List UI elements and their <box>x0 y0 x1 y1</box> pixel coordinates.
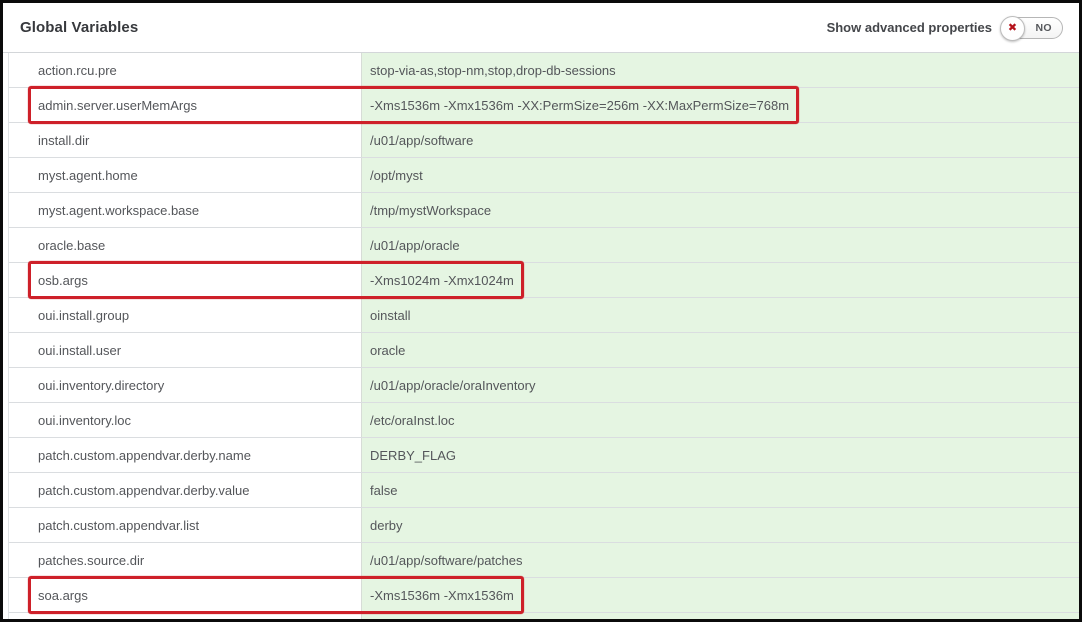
variable-name: osb.args <box>38 273 88 288</box>
table-row: oui.install.user oracle <box>9 333 1079 368</box>
variable-value-cell[interactable]: /tmp/mystWorkspace <box>361 193 1079 227</box>
variable-name: oui.install.group <box>38 308 129 323</box>
variable-value: false <box>370 483 397 498</box>
variable-value-cell[interactable]: /u01/app/software <box>361 123 1079 157</box>
variable-value: /u01/app/software <box>370 133 473 148</box>
variable-value: oracle <box>370 343 405 358</box>
global-variables-panel: Global Variables Show advanced propertie… <box>0 0 1082 622</box>
toggle-state-label: NO <box>1035 22 1052 34</box>
table-row: action.rcu.pre stop-via-as,stop-nm,stop,d… <box>9 53 1079 88</box>
variable-name-cell: myst.agent.workspace.base <box>9 193 361 227</box>
variable-name-cell: patch.custom.appendvar.list <box>9 508 361 542</box>
variable-name: myst.agent.workspace.base <box>38 203 199 218</box>
variable-name: action.rcu.pre <box>38 63 117 78</box>
variable-name-cell: soa.args <box>9 578 361 612</box>
variable-name-cell: patch.custom.appendvar.derby.value <box>9 473 361 507</box>
variable-value: /u01/app/software/patches <box>370 553 523 568</box>
variable-value: /u01/app/oracle <box>370 238 460 253</box>
variable-value-cell[interactable]: oracle <box>361 333 1079 367</box>
variable-value: stop-via-as,stop-nm,stop,drop-db-session… <box>370 63 616 78</box>
variable-name-cell: patch.custom.appendvar.derby.name <box>9 438 361 472</box>
page-title: Global Variables <box>20 19 138 36</box>
table-row: myst.agent.home/opt/myst <box>9 158 1079 193</box>
table-row: oui.inventory.directory/u01/app/oracle/o… <box>9 368 1079 403</box>
table-row: myst.agent.workspace.base/tmp/mystWorksp… <box>9 193 1079 228</box>
variable-value-cell[interactable]: /u01/app/oracle <box>361 228 1079 262</box>
toggle-knob[interactable]: ✖ <box>1000 16 1025 41</box>
variable-name-cell: install.dir <box>9 123 361 157</box>
variable-value-cell[interactable]: -Xms1024m -Xmx1024m <box>361 263 1079 297</box>
variable-value-cell[interactable]: /etc/oraInst.loc <box>361 403 1079 437</box>
variable-value: /u01/app/oracle/oraInventory <box>370 378 536 393</box>
variable-name: oui.inventory.directory <box>38 378 164 393</box>
table-row: patch.custom.appendvar.derby.name DERBY_F… <box>9 438 1079 473</box>
variable-name-cell: oracle.base <box>9 228 361 262</box>
variable-value-cell[interactable]: /opt/myst <box>361 158 1079 192</box>
variable-name-cell: osb.args <box>9 263 361 297</box>
variable-value-cell[interactable]: /u01/app/software/patches <box>361 543 1079 577</box>
variables-table: action.rcu.pre stop-via-as,stop-nm,stop,d… <box>8 53 1079 619</box>
table-row: patches.source.dir/u01/app/software/patc… <box>9 543 1079 578</box>
advanced-properties-toggle-label: Show advanced properties <box>827 20 992 35</box>
variable-name: oracle.base <box>38 238 105 253</box>
variable-value: oinstall <box>370 308 410 323</box>
variable-value: /opt/myst <box>370 168 423 183</box>
variable-name: admin.server.userMemArgs <box>38 98 197 113</box>
variable-value-cell[interactable]: derby <box>361 508 1079 542</box>
variable-value: /etc/oraInst.loc <box>370 413 455 428</box>
variable-name: patches.source.dir <box>38 553 144 568</box>
table-row: oui.inventory.loc/etc/oraInst.loc <box>9 403 1079 438</box>
table-row: patch.custom.appendvar.derby.value false <box>9 473 1079 508</box>
table-row: oui.install.group oinstall <box>9 298 1079 333</box>
variable-name: oui.inventory.loc <box>38 413 131 428</box>
table-row: osb.args -Xms1024m -Xmx1024m <box>9 263 1079 298</box>
advanced-properties-toggle[interactable]: ✖ NO <box>1001 17 1063 39</box>
variable-name-cell: admin.server.userMemArgs <box>9 88 361 122</box>
variable-name-cell: oui.install.user <box>9 333 361 367</box>
variable-value: -Xms1536m -Xmx1536m <box>370 588 514 603</box>
variable-name-cell: action.rcu.pre <box>9 53 361 87</box>
advanced-properties-toggle-group: Show advanced properties ✖ NO <box>827 17 1063 39</box>
table-row <box>9 613 1079 619</box>
x-icon: ✖ <box>1008 23 1017 34</box>
variable-value-cell[interactable]: false <box>361 473 1079 507</box>
variable-value: derby <box>370 518 403 533</box>
variable-value: -Xms1024m -Xmx1024m <box>370 273 514 288</box>
variable-name: patch.custom.appendvar.derby.name <box>38 448 251 463</box>
table-row: install.dir/u01/app/software <box>9 123 1079 158</box>
variable-value: /tmp/mystWorkspace <box>370 203 491 218</box>
variable-value-cell[interactable]: -Xms1536m -Xmx1536m <box>361 578 1079 612</box>
variable-name-cell: oui.inventory.loc <box>9 403 361 437</box>
variable-name-cell: oui.inventory.directory <box>9 368 361 402</box>
variable-name: myst.agent.home <box>38 168 138 183</box>
variable-name-cell: myst.agent.home <box>9 158 361 192</box>
variable-value-cell[interactable]: stop-via-as,stop-nm,stop,drop-db-session… <box>361 53 1079 87</box>
variable-value-cell[interactable]: DERBY_FLAG <box>361 438 1079 472</box>
table-row: patch.custom.appendvar.list derby <box>9 508 1079 543</box>
variable-name: install.dir <box>38 133 89 148</box>
variable-value-cell[interactable] <box>361 613 1079 619</box>
variable-value: DERBY_FLAG <box>370 448 456 463</box>
variable-name: patch.custom.appendvar.list <box>38 518 199 533</box>
variable-name-cell: patches.source.dir <box>9 543 361 577</box>
table-row: admin.server.userMemArgs -Xms1536m -Xmx15… <box>9 88 1079 123</box>
variable-value-cell[interactable]: -Xms1536m -Xmx1536m -XX:PermSize=256m -X… <box>361 88 1079 122</box>
variable-value-cell[interactable]: /u01/app/oracle/oraInventory <box>361 368 1079 402</box>
variable-value-cell[interactable]: oinstall <box>361 298 1079 332</box>
variable-name: patch.custom.appendvar.derby.value <box>38 483 250 498</box>
table-row: soa.args -Xms1536m -Xmx1536m <box>9 578 1079 613</box>
variable-value: -Xms1536m -Xmx1536m -XX:PermSize=256m -X… <box>370 98 789 113</box>
variable-name-cell: oui.install.group <box>9 298 361 332</box>
panel-header: Global Variables Show advanced propertie… <box>3 3 1079 53</box>
table-row: oracle.base/u01/app/oracle <box>9 228 1079 263</box>
variable-name-cell <box>9 613 361 619</box>
variable-name: oui.install.user <box>38 343 121 358</box>
variable-name: soa.args <box>38 588 88 603</box>
